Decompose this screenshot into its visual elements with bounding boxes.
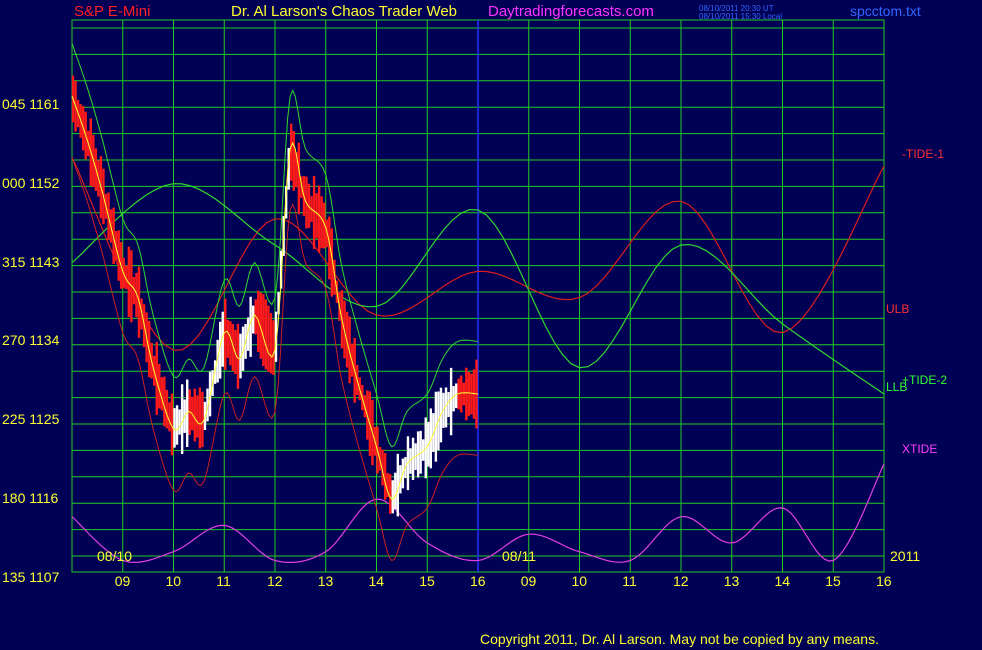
chart-grid: [71, 19, 885, 573]
label-llb: LLB: [886, 380, 908, 394]
y-tick-label: 180 1116: [2, 490, 59, 507]
symbol-label: S&P E-Mini: [74, 3, 151, 20]
x-tick-label: 10: [571, 573, 588, 589]
label-tide2: +TIDE-2: [902, 373, 948, 387]
file-label: spcctom.txt: [850, 3, 921, 19]
chart-plot: [71, 19, 885, 573]
y-tick-label: 045 1161: [2, 95, 60, 112]
y-tick-label: 315 1143: [2, 253, 60, 270]
x-tick-label: 12: [267, 573, 283, 589]
x-tick-label: 09: [114, 573, 131, 589]
x-tick-label: 14: [774, 573, 791, 589]
label-xtide: XTIDE: [902, 442, 938, 456]
timestamp-local: 08/10/2011 15:30 Local: [699, 12, 783, 21]
x-tick-label: 14: [368, 573, 385, 589]
label-ulb: ULB: [886, 302, 910, 316]
y-tick-label: 135 1107: [2, 569, 60, 585]
label-tide1: -TIDE-1: [902, 147, 944, 161]
y-tick-label: 270 1134: [2, 332, 60, 349]
x-tick-label: 16: [876, 573, 892, 589]
date-label-1: 08/10: [97, 548, 133, 564]
x-tick-label: 11: [216, 573, 231, 589]
date-label-2: 08/11: [502, 548, 536, 564]
copyright: Copyright 2011, Dr. Al Larson. May not b…: [480, 631, 879, 647]
chart-title: Dr. Al Larson's Chaos Trader Web: [231, 3, 458, 20]
y-tick-label: 000 1152: [2, 174, 60, 191]
x-tick-label: 12: [673, 573, 689, 589]
x-tick-label: 10: [165, 573, 182, 589]
y-tick-label: 225 1125: [2, 411, 60, 428]
x-tick-label: 11: [622, 573, 637, 589]
x-tick-label: 09: [520, 573, 537, 589]
x-tick-label: 15: [825, 573, 841, 589]
x-tick-label: 16: [470, 573, 486, 589]
x-tick-label: 13: [317, 573, 334, 589]
year-label: 2011: [890, 548, 921, 564]
x-tick-label: 15: [419, 573, 435, 589]
site-label: Daytradingforecasts.com: [488, 3, 654, 20]
x-tick-label: 13: [723, 573, 740, 589]
